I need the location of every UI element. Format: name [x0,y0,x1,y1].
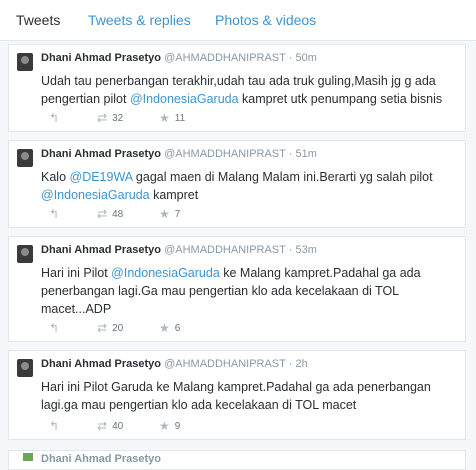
tweet-author-name[interactable]: Dhani Ahmad Prasetyo [41,148,161,160]
avatar[interactable] [17,53,33,71]
avatar[interactable] [17,149,33,167]
tweet-text: Kalo @DE19WA gagal maen di Malang Malam … [41,168,459,204]
tweet-text-segment: Kalo [41,170,70,184]
star-icon: ★ [159,419,170,433]
tweet-timestamp[interactable]: 2h [295,358,307,370]
favorite-button[interactable]: ★ 7 [159,207,180,221]
reply-button[interactable]: ↰ [49,419,59,433]
tab-tweets-and-replies[interactable]: Tweets & replies [88,12,191,28]
tweet-header: Dhani Ahmad Prasetyo @AHMADDHANIPRAST · … [41,244,317,256]
retweet-icon: ⇄ [97,321,108,335]
tweet[interactable]: Dhani Ahmad Prasetyo @AHMADDHANIPRAST · … [8,44,466,132]
avatar [23,453,33,461]
separator-dot: · [288,52,293,64]
tweet-author-name[interactable]: Dhani Ahmad Prasetyo [41,244,161,256]
tweet-text-segment: kampret utk penumpang setia bisnis [238,92,443,106]
reply-icon: ↰ [49,321,60,335]
retweet-count: 40 [112,420,124,432]
reply-button[interactable]: ↰ [49,207,59,221]
tweet-header: Dhani Ahmad Prasetyo @AHMADDHANIPRAST · … [41,52,317,64]
tweet-header: Dhani Ahmad Prasetyo @AHMADDHANIPRAST · … [41,358,308,370]
tab-tweets[interactable]: Tweets [16,12,60,28]
favorite-button[interactable]: ★ 11 [159,111,185,125]
partial-tweet[interactable]: Dhani Ahmad Prasetyo [8,450,466,470]
favorite-count: 7 [174,208,181,220]
star-icon: ★ [159,321,170,335]
tweet-text: Udah tau penerbangan terakhir,udah tau a… [41,72,459,108]
mention-link[interactable]: @DE19WA [70,170,133,184]
mention-link[interactable]: @IndonesiaGaruda [111,266,220,280]
retweet-count: 20 [112,322,124,334]
tweet-timestamp[interactable]: 51m [295,148,316,160]
retweet-button[interactable]: ⇄ 20 [97,321,123,335]
retweet-count: 48 [112,208,124,220]
tweet-author-handle[interactable]: @AHMADDHANIPRAST [164,244,286,256]
reply-icon: ↰ [49,111,60,125]
tweet-author-handle[interactable]: @AHMADDHANIPRAST [164,148,286,160]
reply-button[interactable]: ↰ [49,321,59,335]
mention-link[interactable]: @IndonesiaGaruda [130,92,239,106]
retweet-count: 32 [112,112,124,124]
tweet-header: Dhani Ahmad Prasetyo @AHMADDHANIPRAST · … [41,148,317,160]
retweet-icon: ⇄ [97,111,108,125]
mention-link[interactable]: @IndonesiaGaruda [41,188,150,202]
favorite-count: 11 [174,112,186,124]
separator-dot: · [288,148,293,160]
separator-dot: · [288,244,293,256]
tweet-author-handle[interactable]: @AHMADDHANIPRAST [164,52,286,64]
tweet-text-segment: kampret [149,188,199,202]
tweet-text-segment: gagal maen di Malang Malam ini.Berarti y… [132,170,433,184]
tweet-timestamp[interactable]: 50m [295,52,316,64]
retweet-button[interactable]: ⇄ 40 [97,419,123,433]
avatar[interactable] [17,245,33,263]
retweet-button[interactable]: ⇄ 48 [97,207,123,221]
tweet-text-segment: Hari ini Pilot Garuda ke Malang kampret.… [41,380,431,412]
star-icon: ★ [159,111,170,125]
tweet-text-segment: Hari ini Pilot [41,266,112,280]
favorite-count: 6 [174,322,181,334]
tweet-author-handle[interactable]: @AHMADDHANIPRAST [164,358,286,370]
tweet-timestamp[interactable]: 53m [295,244,316,256]
tweet-text: Hari ini Pilot Garuda ke Malang kampret.… [41,378,459,414]
tweet-author-name[interactable]: Dhani Ahmad Prasetyo [41,52,161,64]
avatar[interactable] [17,359,33,377]
favorite-button[interactable]: ★ 6 [159,321,180,335]
favorite-count: 9 [174,420,181,432]
tab-photos-and-videos[interactable]: Photos & videos [215,12,316,28]
favorite-button[interactable]: ★ 9 [159,419,180,433]
reply-icon: ↰ [49,207,60,221]
retweet-icon: ⇄ [97,419,108,433]
retweet-icon: ⇄ [97,207,108,221]
star-icon: ★ [159,207,170,221]
tweet[interactable]: Dhani Ahmad Prasetyo @AHMADDHANIPRAST · … [8,140,466,228]
profile-tabs: Tweets Tweets & replies Photos & videos [0,0,476,41]
tweet-text: Hari ini Pilot @IndonesiaGaruda ke Malan… [41,264,459,318]
reply-icon: ↰ [49,419,60,433]
reply-button[interactable]: ↰ [49,111,59,125]
retweet-button[interactable]: ⇄ 32 [97,111,123,125]
separator-dot: · [288,358,293,370]
tweet-author-name[interactable]: Dhani Ahmad Prasetyo [41,358,161,370]
tweet[interactable]: Dhani Ahmad Prasetyo @AHMADDHANIPRAST · … [8,350,466,440]
tweet-author-name: Dhani Ahmad Prasetyo [41,453,162,465]
tweet[interactable]: Dhani Ahmad Prasetyo @AHMADDHANIPRAST · … [8,236,466,342]
